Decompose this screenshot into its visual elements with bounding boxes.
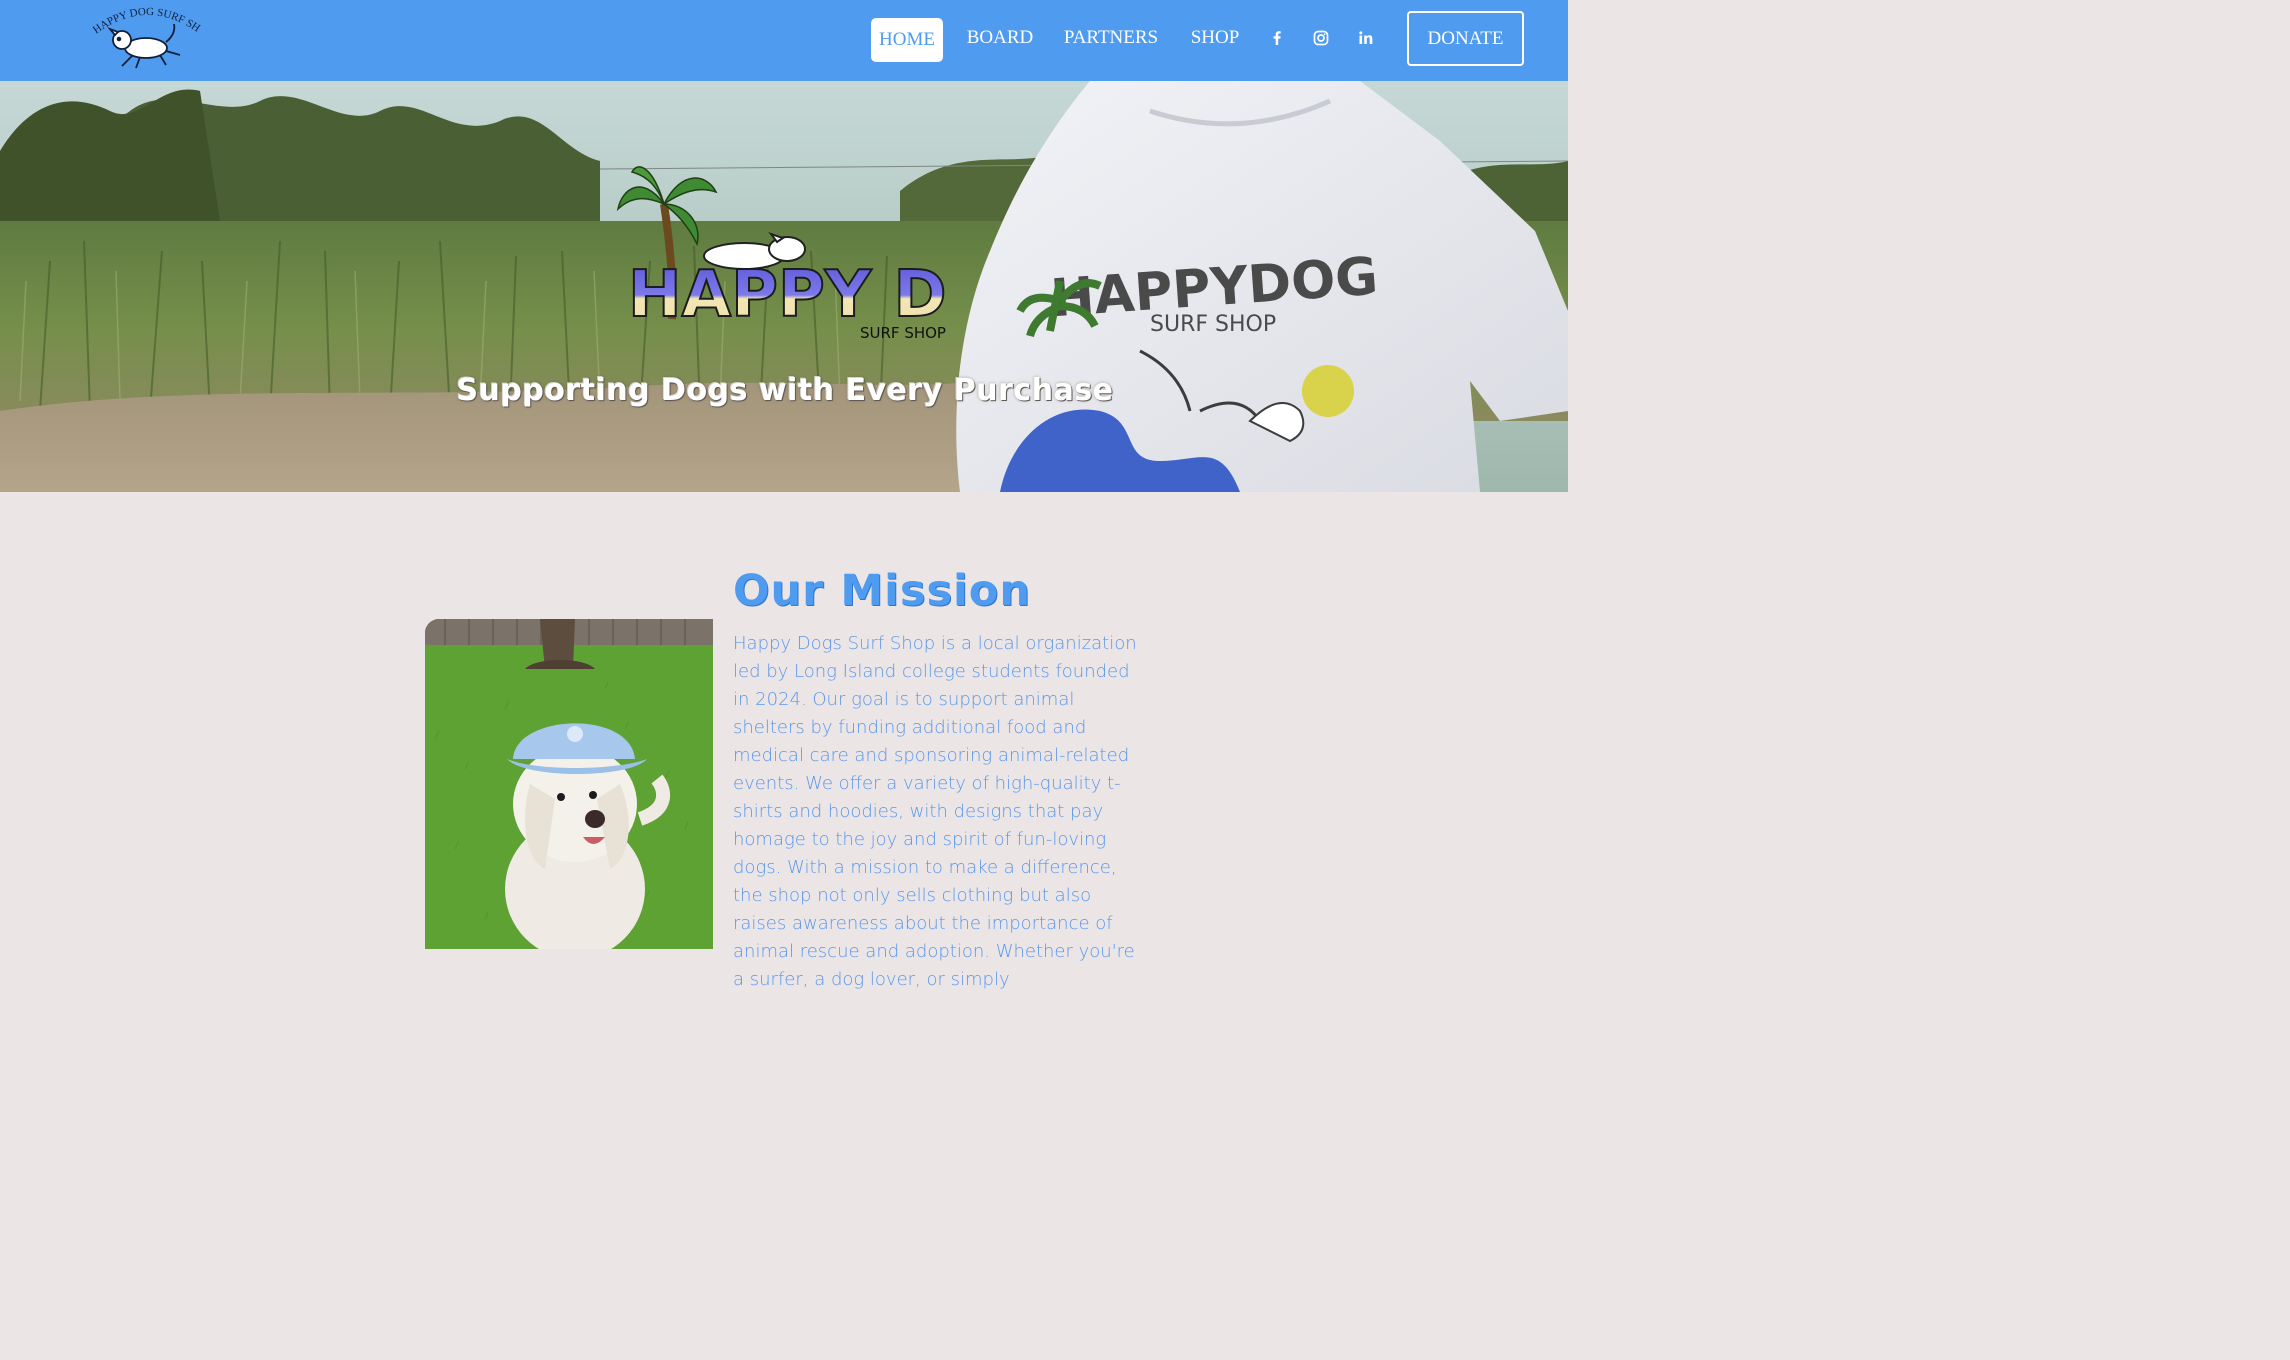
mission-body: Happy Dogs Surf Shop is a local organiza…: [733, 633, 1137, 990]
donate-button[interactable]: DONATE: [1407, 11, 1524, 66]
hero-tagline: Supporting Dogs with Every Purchase: [456, 373, 1114, 408]
mission-title: Our Mission: [733, 566, 1031, 616]
svg-text:HAPPY DOG SURF SHOP: HAPPY DOG SURF SHOP: [88, 4, 202, 36]
hero-logo: HAPPY DOG SURF SHOP: [616, 166, 948, 342]
facebook-icon[interactable]: [1267, 28, 1287, 48]
nav-home[interactable]: HOME: [871, 18, 943, 62]
nav-board[interactable]: BOARD: [960, 18, 1040, 62]
svg-text:HAPPY DOG: HAPPY DOG: [628, 258, 948, 332]
dog-photo: [425, 619, 713, 949]
linkedin-icon[interactable]: [1356, 28, 1376, 48]
hero-banner: HAPPYDOG SURF SHOP HAPPY D SURF SHOP Sup…: [0, 81, 1568, 492]
nav-shop[interactable]: SHOP: [1182, 18, 1248, 62]
instagram-icon[interactable]: [1311, 28, 1331, 48]
site-logo[interactable]: HAPPY DOG SURF SHOP: [88, 4, 206, 72]
running-dog-icon: [107, 23, 181, 69]
nav-partners[interactable]: PARTNERS: [1057, 18, 1165, 62]
site-header: HAPPY DOG SURF SHOP HOME BOARD PARTNERS …: [0, 0, 1568, 81]
shirt-print-subtext: SURF SHOP: [1150, 312, 1276, 337]
svg-text:SURF SHOP: SURF SHOP: [860, 324, 946, 342]
